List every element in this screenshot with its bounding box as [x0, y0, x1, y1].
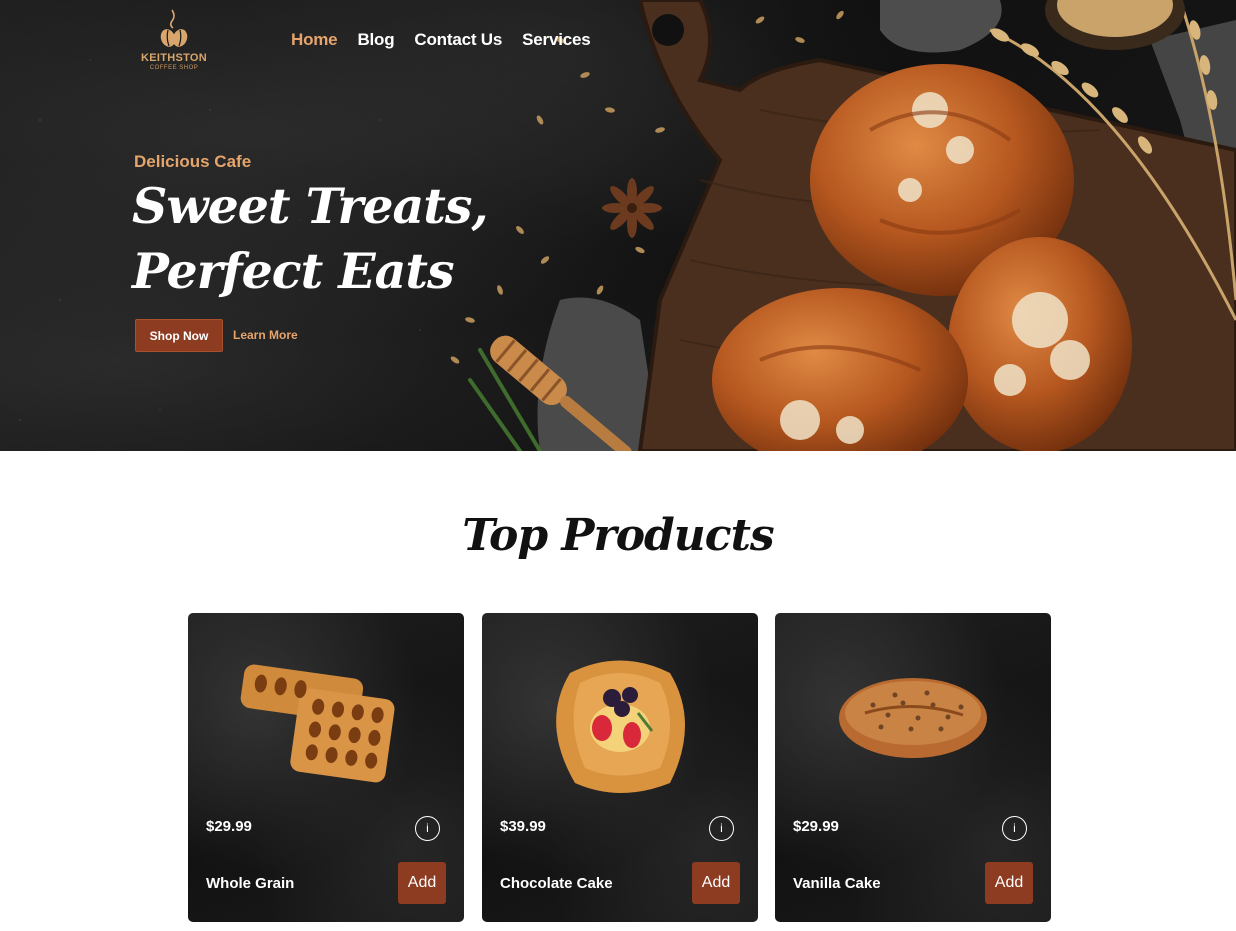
- nav-services[interactable]: Services: [522, 30, 591, 50]
- nav-contact-us[interactable]: Contact Us: [414, 30, 502, 50]
- info-icon[interactable]: i: [709, 816, 734, 841]
- product-card: $29.99 i Vanilla Cake Add: [775, 613, 1051, 922]
- nav-blog[interactable]: Blog: [357, 30, 394, 50]
- shop-now-button[interactable]: Shop Now: [135, 319, 223, 352]
- lattice-pastry-image: [240, 664, 395, 783]
- add-to-cart-button[interactable]: Add: [398, 862, 446, 904]
- main-nav: Home Blog Contact Us Services: [291, 30, 591, 50]
- product-price: $29.99: [206, 818, 252, 835]
- hero-banner: KEITHSTON COFFEE SHOP Home Blog Contact …: [0, 0, 1236, 451]
- info-icon[interactable]: i: [415, 816, 440, 841]
- hero-headline: Sweet Treats, Perfect Eats: [132, 174, 492, 304]
- hero-eyebrow: Delicious Cafe: [134, 152, 252, 171]
- learn-more-link[interactable]: Learn More: [233, 328, 298, 342]
- product-name: Vanilla Cake: [793, 875, 881, 892]
- add-to-cart-button[interactable]: Add: [985, 862, 1033, 904]
- product-name: Whole Grain: [206, 875, 295, 892]
- info-icon[interactable]: i: [1002, 816, 1027, 841]
- hero-headline-line-1: Sweet Treats,: [132, 177, 489, 235]
- add-to-cart-button[interactable]: Add: [692, 862, 740, 904]
- product-card: $39.99 i Chocolate Cake Add: [482, 613, 758, 922]
- hero-headline-line-2: Perfect Eats: [132, 242, 455, 300]
- berry-danish-image: [556, 660, 685, 793]
- nav-home[interactable]: Home: [291, 30, 338, 50]
- product-card: $29.99 i Whole Grain Add: [188, 613, 464, 922]
- brand-logo[interactable]: KEITHSTON COFFEE SHOP: [128, 8, 220, 74]
- product-price: $39.99: [500, 818, 546, 835]
- product-name: Chocolate Cake: [500, 875, 613, 892]
- coffee-bean-icon: [160, 9, 188, 47]
- product-price: $29.99: [793, 818, 839, 835]
- section-title: Top Products: [462, 510, 774, 561]
- brand-tagline: COFFEE SHOP: [149, 65, 199, 71]
- seeded-loaf-image: [839, 678, 987, 758]
- brand-name: KEITHSTON: [140, 52, 208, 64]
